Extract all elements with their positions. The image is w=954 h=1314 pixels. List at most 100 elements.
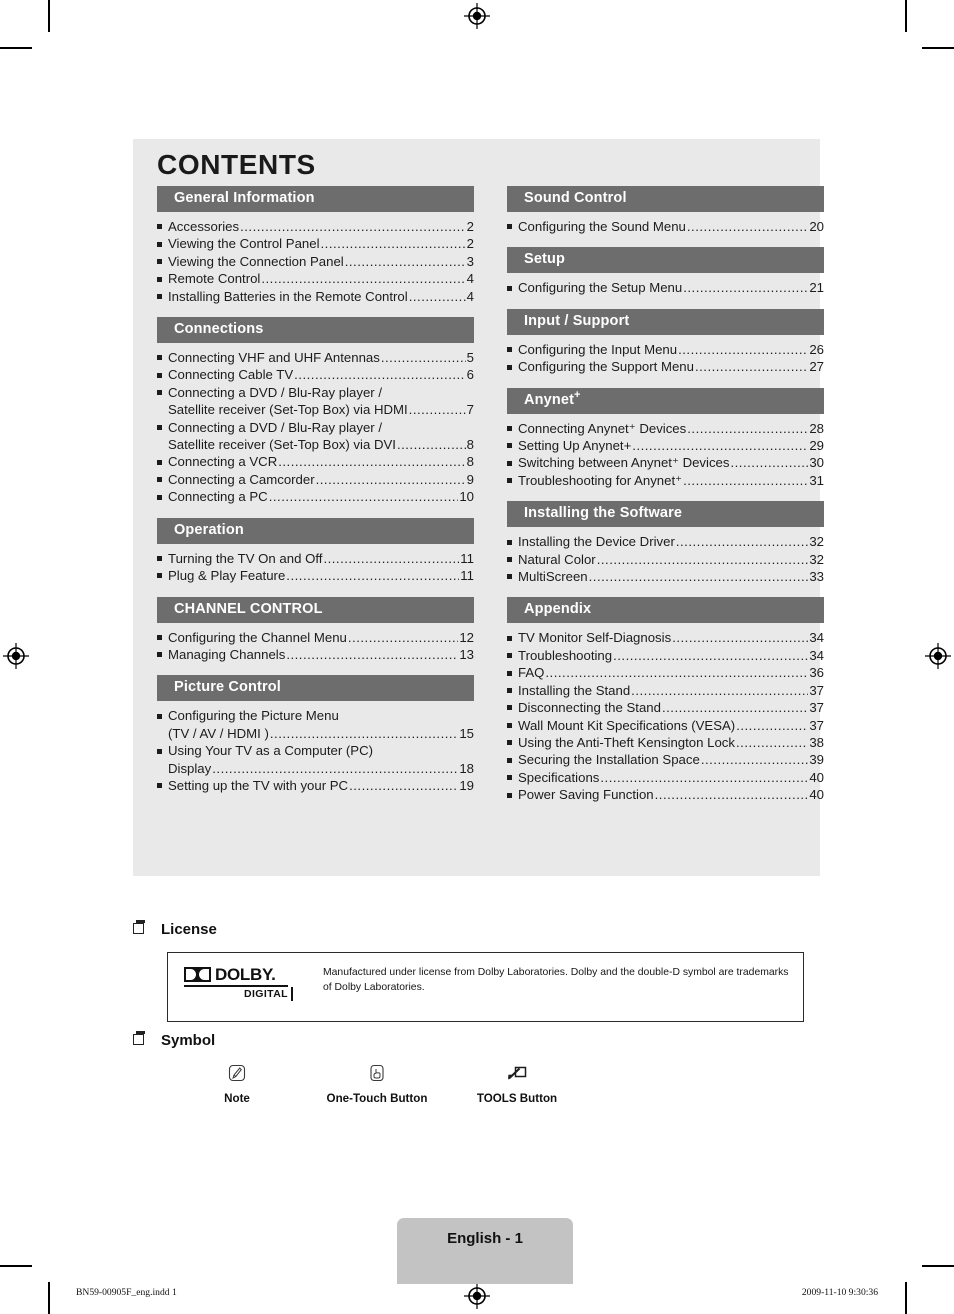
toc-leader-dots: ........................................… [294, 367, 466, 383]
toc-entry[interactable]: Connecting a DVD / Blu-Ray player /.....… [157, 419, 474, 436]
toc-entry[interactable]: MultiScreen.............................… [507, 568, 824, 585]
toc-entry[interactable]: Specifications..........................… [507, 769, 824, 786]
toc-entry[interactable]: Disconnecting the Stand.................… [507, 699, 824, 716]
toc-entry[interactable]: Connecting a DVD / Blu-Ray player /.....… [157, 384, 474, 401]
registration-mark-right [925, 643, 951, 669]
toc-entry[interactable]: Managing Channels.......................… [157, 646, 474, 663]
toc-section-title: Connections [174, 321, 264, 338]
toc-entry[interactable]: Connecting Anynet⁺ Devices..............… [507, 420, 824, 437]
toc-entry[interactable]: Connecting a VCR........................… [157, 453, 474, 470]
toc-entry[interactable]: Wall Mount Kit Specifications (VESA)....… [507, 717, 824, 734]
toc-entry[interactable]: Plug & Play Feature.....................… [157, 567, 474, 584]
note-icon [167, 1058, 307, 1088]
toc-section-title: Operation [174, 521, 244, 538]
bullet-icon [507, 224, 512, 230]
dolby-logo-row: DOLBY. [184, 966, 294, 983]
toc-entry-page: 31 [809, 472, 824, 488]
toc-leader-dots: ........................................… [596, 551, 809, 567]
toc-entry-page: 4 [466, 288, 474, 304]
bullet-icon [157, 294, 162, 300]
toc-entry-text: Connecting a DVD / Blu-Ray player / [168, 419, 383, 435]
symbol-label: TOOLS Button [476, 1092, 558, 1105]
toc-entry-page: 34 [809, 630, 824, 646]
toc-entry[interactable]: Satellite receiver (Set-Top Box) via DVI… [157, 436, 474, 453]
toc-entry-row: Troubleshooting.........................… [518, 647, 824, 664]
toc-entry[interactable]: Installing the Device Driver............… [507, 533, 824, 550]
bullet-icon [507, 364, 512, 370]
bullet-icon [157, 494, 162, 500]
toc-entry[interactable]: Installing Batteries in the Remote Contr… [157, 288, 474, 305]
toc-entry-row: Connecting a DVD / Blu-Ray player /.....… [168, 419, 474, 436]
toc-entry[interactable]: Configuring the Input Menu..............… [507, 341, 824, 358]
toc-section: General Information Accessories..........… [157, 186, 474, 305]
toc-entry[interactable]: Turning the TV On and Off...............… [157, 550, 474, 567]
toc-entry-row: Connecting a DVD / Blu-Ray player /.....… [168, 384, 474, 401]
toc-entry-list: Connecting VHF and UHF Antennas.........… [157, 343, 474, 506]
bullet-icon [507, 443, 512, 449]
toc-entry[interactable]: Troubleshooting for Anynet⁺.............… [507, 472, 824, 489]
toc-entry[interactable]: Configuring the Setup Menu..............… [507, 279, 824, 296]
toc-entry[interactable]: Switching between Anynet⁺ Devices.......… [507, 454, 824, 471]
toc-entry-text: Troubleshooting [518, 647, 613, 663]
toc-entry-row: Satellite receiver (Set-Top Box) via DVI… [168, 436, 474, 453]
toc-entry-text: Configuring the Picture Menu [168, 708, 339, 724]
toc-entry[interactable]: Natural Color...........................… [507, 551, 824, 568]
toc-entry[interactable]: TV Monitor Self-Diagnosis...............… [507, 629, 824, 646]
toc-entry[interactable]: Configuring the Support Menu............… [507, 358, 824, 375]
toc-entry[interactable]: Securing the Installation Space.........… [507, 751, 824, 768]
toc-leader-dots: ........................................… [269, 725, 458, 741]
toc-entry[interactable]: Connecting Cable TV.....................… [157, 366, 474, 383]
toc-leader-dots: ........................................… [261, 271, 466, 287]
toc-entry[interactable]: Configuring the Sound Menu..............… [507, 218, 824, 235]
table-of-contents-panel: CONTENTS General Information Accessories.… [133, 139, 824, 876]
toc-entry[interactable]: Configuring the Picture Menu............… [157, 707, 474, 724]
toc-section: Appendix TV Monitor Self-Diagnosis.......… [507, 597, 824, 803]
toc-entry[interactable]: Accessories.............................… [157, 218, 474, 235]
toc-entry[interactable]: (TV / AV / HDMI ).......................… [157, 725, 474, 742]
toc-entry[interactable]: Display.................................… [157, 760, 474, 777]
toc-entry-text: Connecting VHF and UHF Antennas [168, 350, 380, 366]
toc-section-title-sup: + [574, 388, 581, 401]
crop-mark-top-left-h [0, 47, 32, 49]
toc-entry[interactable]: Satellite receiver (Set-Top Box) via HDM… [157, 401, 474, 418]
toc-entry-text: Configuring the Setup Menu [518, 280, 683, 296]
toc-entry-page: 34 [809, 647, 824, 663]
bullet-icon [157, 748, 162, 754]
toc-entry-list: Accessories.............................… [157, 212, 474, 305]
toc-entry-page: 2 [466, 236, 474, 252]
toc-entry[interactable]: Setting up the TV with your PC..........… [157, 777, 474, 794]
toc-entry[interactable]: Configuring the Channel Menu............… [157, 629, 474, 646]
toc-entry[interactable]: Remote Control..........................… [157, 270, 474, 287]
toc-entry-text: Using the Anti-Theft Kensington Lock [518, 734, 735, 750]
toc-entry[interactable]: Using Your TV as a Computer (PC)........… [157, 742, 474, 759]
toc-leader-dots: ........................................… [545, 665, 808, 681]
toc-entry[interactable]: Connecting a PC.........................… [157, 488, 474, 505]
toc-entry-text: MultiScreen [518, 569, 588, 585]
toc-entry[interactable]: Viewing the Control Panel...............… [157, 235, 474, 252]
symbol-heading-label: Symbol [161, 1032, 216, 1049]
toc-leader-dots: ........................................… [408, 402, 466, 418]
toc-entry-list: Turning the TV On and Off...............… [157, 544, 474, 585]
bullet-icon [507, 460, 512, 466]
toc-entry-page: 7 [466, 402, 474, 418]
toc-entry[interactable]: Troubleshooting.........................… [507, 647, 824, 664]
toc-entry[interactable]: Using the Anti-Theft Kensington Lock....… [507, 734, 824, 751]
toc-entry-page: 2 [466, 219, 474, 234]
toc-section-title: CHANNEL CONTROL [174, 600, 323, 617]
toc-entry[interactable]: Setting Up Anynet+......................… [507, 437, 824, 454]
toc-entry-text: Configuring the Channel Menu [168, 629, 347, 645]
toc-entry[interactable]: FAQ.....................................… [507, 664, 824, 681]
bullet-icon [507, 688, 512, 694]
toc-leader-dots: ........................................… [286, 568, 460, 584]
crop-mark-bottom-right-h [922, 1265, 954, 1267]
toc-entry-text: Installing the Stand [518, 682, 631, 698]
toc-leader-dots: ........................................… [736, 734, 808, 750]
toc-entry-page: 26 [809, 341, 824, 357]
toc-section: CHANNEL CONTROL Configuring the Channel M… [157, 596, 474, 664]
toc-entry[interactable]: Power Saving Function...................… [507, 786, 824, 803]
toc-entry[interactable]: Connecting VHF and UHF Antennas.........… [157, 349, 474, 366]
toc-entry[interactable]: Viewing the Connection Panel............… [157, 253, 474, 270]
bullet-icon [157, 372, 162, 378]
toc-entry[interactable]: Connecting a Camcorder..................… [157, 471, 474, 488]
toc-entry[interactable]: Installing the Stand....................… [507, 682, 824, 699]
